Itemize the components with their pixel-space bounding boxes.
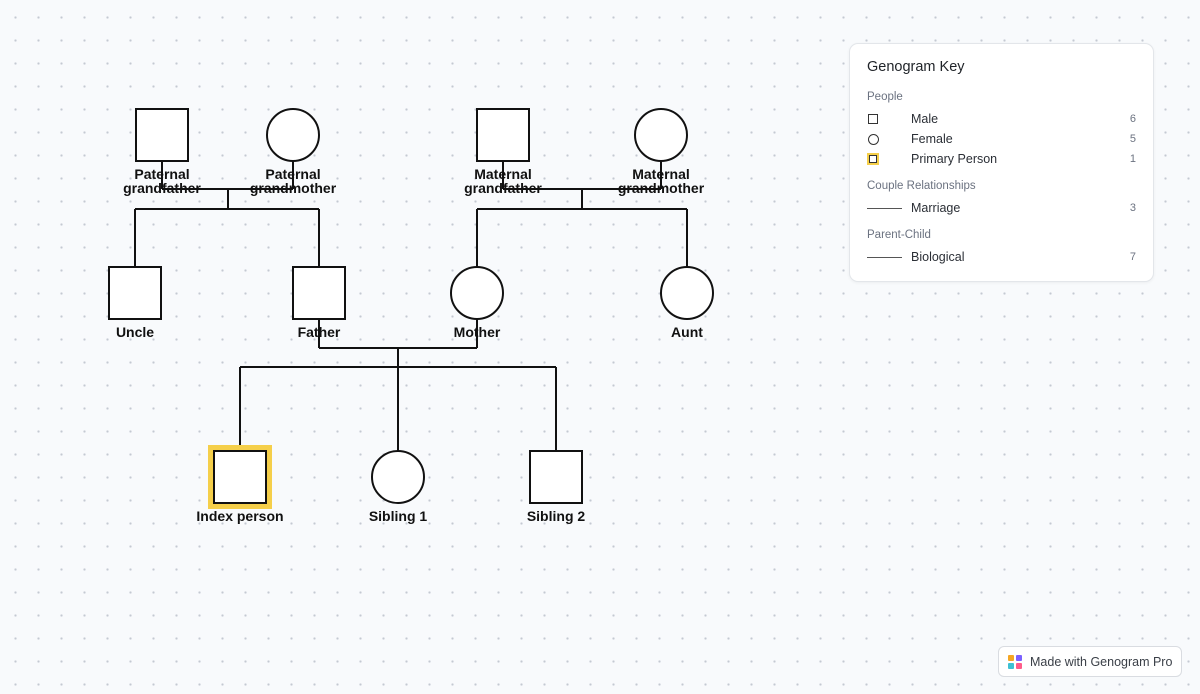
- primary-person-icon: [867, 153, 879, 165]
- badge-text: Made with Genogram Pro: [1030, 654, 1173, 669]
- legend-people-heading: People: [867, 91, 903, 103]
- legend-row-marriage: Marriage 3: [867, 198, 1136, 218]
- biological-line-icon: [867, 256, 902, 258]
- mother-symbol[interactable]: [450, 266, 504, 320]
- legend-title: Genogram Key: [867, 59, 965, 75]
- legend-primary-count: 1: [1129, 153, 1136, 165]
- label-aunt: Aunt: [671, 324, 703, 340]
- label-uncle: Uncle: [116, 324, 154, 340]
- people-symbols: [108, 108, 714, 509]
- legend-parent-child-heading: Parent-Child: [867, 229, 931, 241]
- legend-biological-label: Biological: [911, 250, 965, 264]
- legend-biological-count: 7: [1129, 251, 1136, 263]
- index-person-symbol[interactable]: [213, 450, 267, 504]
- legend-female-label: Female: [911, 132, 953, 146]
- label-mother: Mother: [454, 324, 501, 340]
- maternal-grandfather-symbol[interactable]: [476, 108, 530, 162]
- legend-row-biological: Biological 7: [867, 247, 1136, 267]
- legend-row-male: Male 6: [867, 109, 1136, 129]
- legend-female-count: 5: [1129, 133, 1136, 145]
- label-sibling-2: Sibling 2: [527, 508, 586, 524]
- paternal-grandmother-symbol[interactable]: [266, 108, 320, 162]
- relationship-lines: [134, 161, 688, 451]
- legend-primary-label: Primary Person: [911, 152, 998, 166]
- marriage-line-icon: [867, 207, 902, 209]
- label-maternal-grandfather-2: grandfather: [464, 180, 542, 196]
- aunt-symbol[interactable]: [660, 266, 714, 320]
- sibling-1-symbol[interactable]: [371, 450, 425, 504]
- genogram-pro-logo-icon: [1008, 654, 1022, 669]
- label-maternal-grandmother-2: grandmother: [618, 180, 705, 196]
- male-square-icon: [868, 114, 878, 124]
- legend-marriage-count: 3: [1129, 202, 1136, 214]
- made-with-badge[interactable]: Made with Genogram Pro: [998, 646, 1182, 677]
- paternal-grandfather-symbol[interactable]: [135, 108, 189, 162]
- father-symbol[interactable]: [292, 266, 346, 320]
- label-sibling-1: Sibling 1: [369, 508, 428, 524]
- label-paternal-grandmother-2: grandmother: [250, 180, 337, 196]
- label-paternal-grandfather-2: grandfather: [123, 180, 201, 196]
- legend-row-primary: Primary Person 1: [867, 149, 1136, 169]
- sibling-2-symbol[interactable]: [529, 450, 583, 504]
- female-circle-icon: [868, 133, 879, 145]
- legend-male-count: 6: [1129, 113, 1136, 125]
- legend-marriage-label: Marriage: [911, 201, 961, 215]
- legend-couple-heading: Couple Relationships: [867, 180, 976, 192]
- uncle-symbol[interactable]: [108, 266, 162, 320]
- legend-male-label: Male: [911, 112, 939, 126]
- maternal-grandmother-symbol[interactable]: [634, 108, 688, 162]
- genogram-key-panel: Genogram Key People Male 6 Female 5 Prim…: [849, 43, 1154, 282]
- legend-row-female: Female 5: [867, 129, 1136, 149]
- label-father: Father: [298, 324, 341, 340]
- label-index-person: Index person: [196, 508, 283, 524]
